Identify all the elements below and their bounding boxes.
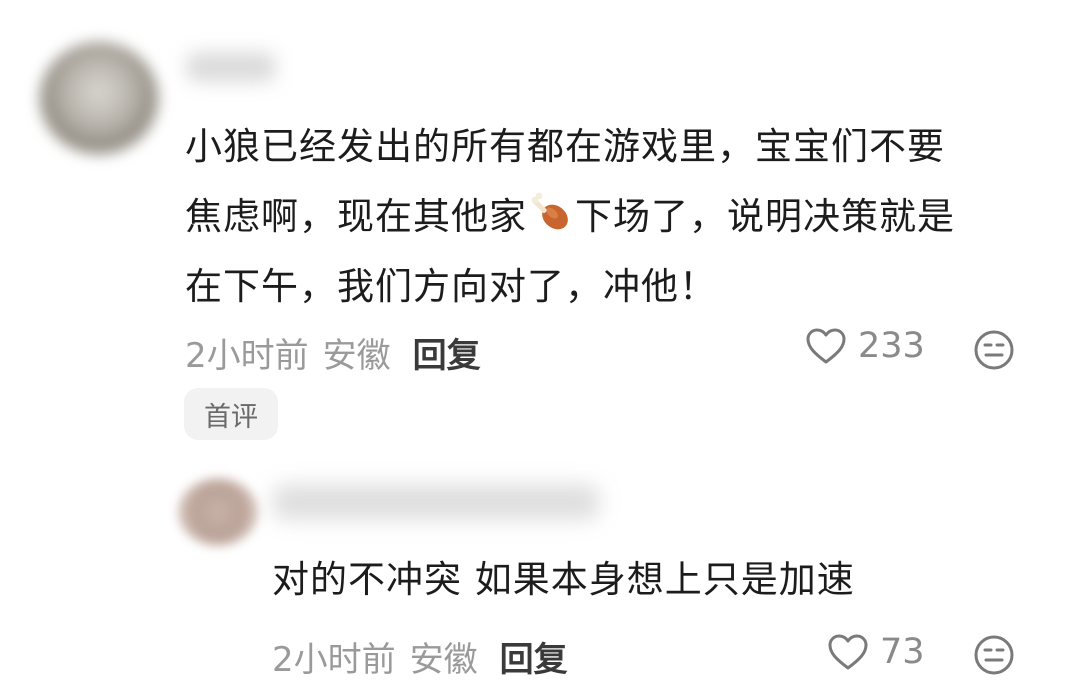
reply-meta: 2小时前 安徽 回复 (272, 632, 568, 681)
reply-text: 对的不冲突 如果本身想上只是加速 (272, 558, 855, 601)
reply-like-button[interactable]: 73 (826, 632, 925, 672)
commenter-name-blurred[interactable] (186, 52, 276, 82)
reply-location: 安徽 (409, 640, 478, 680)
reply-button[interactable]: 回复 (413, 336, 481, 376)
comment-meta: 2小时前 安徽 回复 (185, 328, 481, 377)
heart-icon (828, 634, 868, 670)
reply-like-count: 73 (880, 632, 925, 672)
comment-time: 2小时前 (185, 336, 309, 376)
reply-dislike-face-icon[interactable] (973, 634, 1015, 676)
commenter-avatar[interactable] (40, 42, 158, 154)
comment-line-1: 小狼已经发出的所有都在游戏里，宝宝们不要 (185, 125, 945, 168)
first-comment-badge: 首评 (184, 388, 278, 440)
comment-line-2: 焦虑啊，现在其他家 下场了，说明决策就是 (185, 182, 1065, 252)
heart-icon (806, 328, 846, 364)
comment-line-3: 在下午，我们方向对了，冲他！ (185, 265, 717, 308)
drumstick-emoji-icon (531, 192, 568, 230)
reply-avatar[interactable] (178, 478, 258, 546)
comment-line-2-end: 下场了，说明决策就是 (575, 195, 955, 238)
reply-name-blurred[interactable] (272, 484, 600, 520)
comment-line-2-start: 焦虑啊，现在其他家 (185, 195, 527, 238)
comment-text: 小狼已经发出的所有都在游戏里，宝宝们不要 焦虑啊，现在其他家 下场了，说明决策就… (185, 112, 1065, 322)
comment-location: 安徽 (322, 336, 391, 376)
reply-reply-button[interactable]: 回复 (500, 640, 568, 680)
like-button[interactable]: 233 (804, 326, 925, 366)
dislike-face-icon[interactable] (973, 329, 1015, 371)
like-count: 233 (858, 326, 925, 366)
reply-time: 2小时前 (272, 640, 396, 680)
